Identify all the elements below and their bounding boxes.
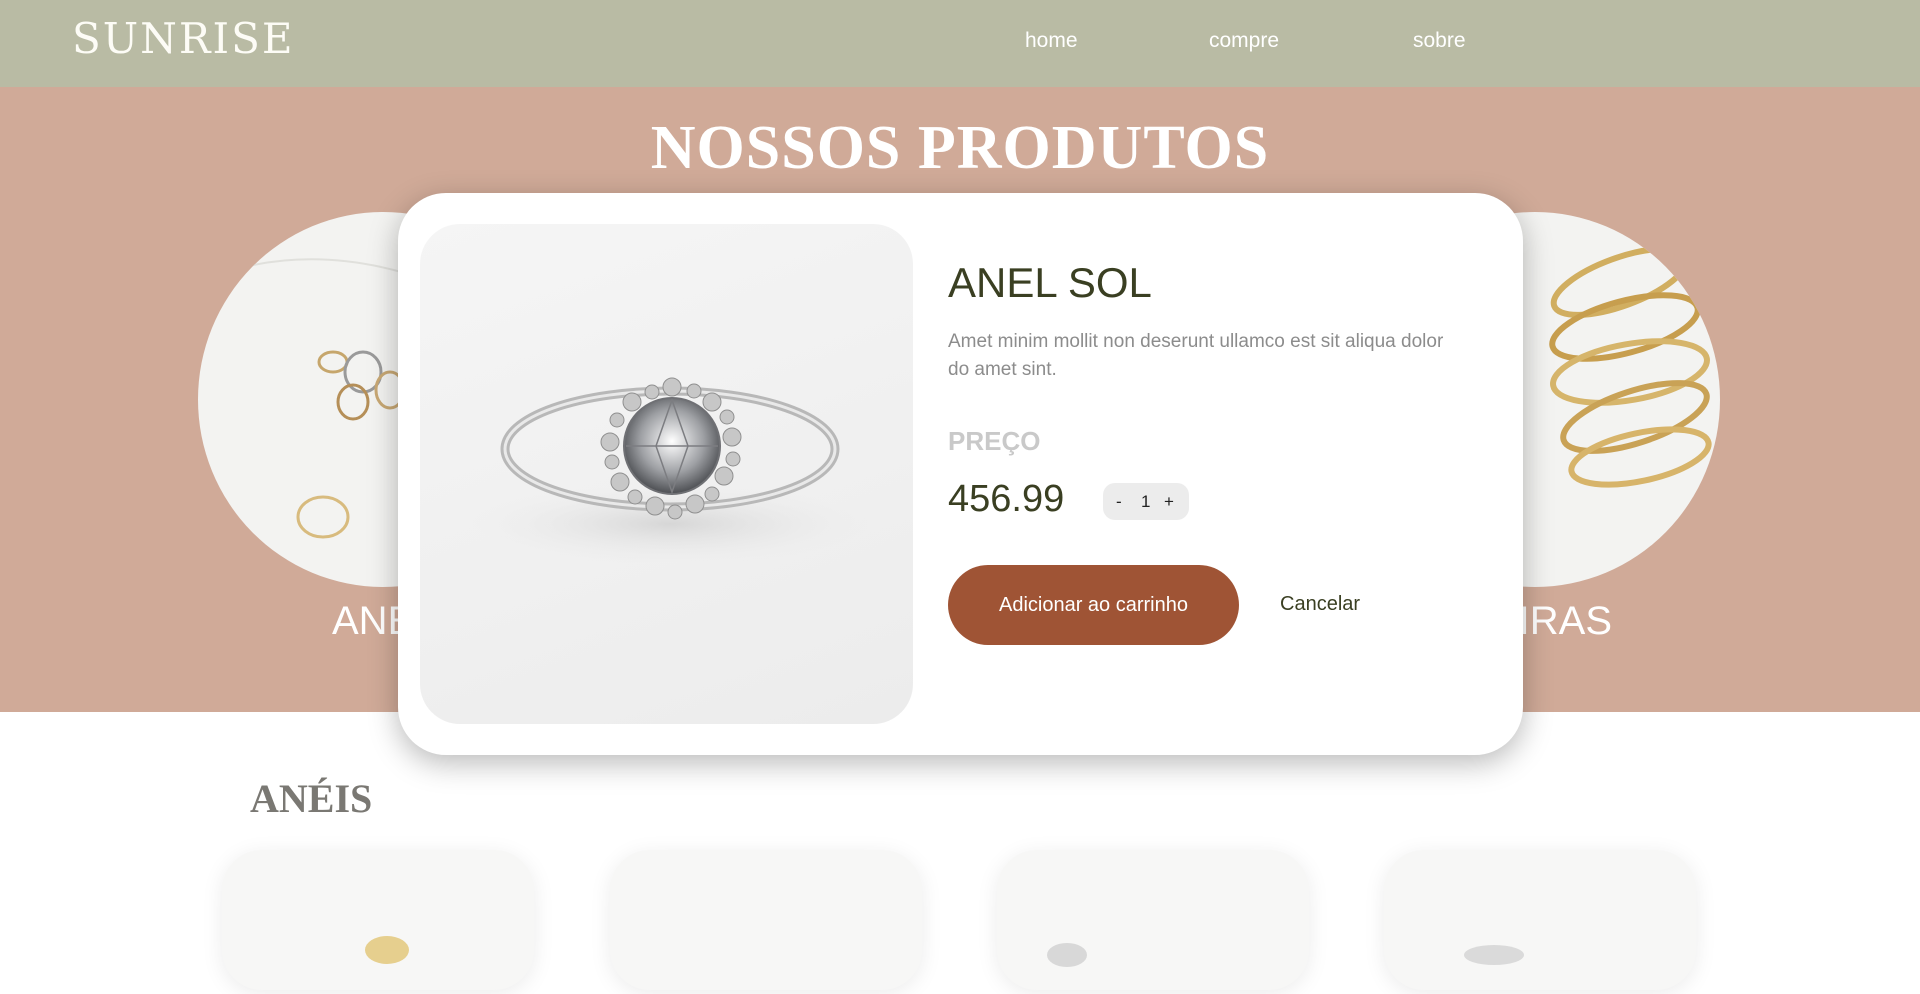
section-title-aneis: ANÉIS	[250, 776, 373, 821]
product-ring-image	[1047, 943, 1087, 967]
nav-link-sobre[interactable]: sobre	[1413, 29, 1466, 53]
product-card[interactable]	[610, 850, 922, 990]
nav-link-compre[interactable]: compre	[1209, 29, 1279, 53]
product-ring-image	[365, 936, 409, 964]
quantity-stepper: - 1 +	[1103, 483, 1189, 520]
increment-button[interactable]: +	[1164, 492, 1174, 512]
price-value: 456.99	[948, 478, 1065, 520]
hero-title: NOSSOS PRODUTOS	[650, 114, 1270, 182]
cancel-button[interactable]: Cancelar	[1280, 593, 1360, 616]
nav-link-home[interactable]: home	[1025, 29, 1078, 53]
add-to-cart-button[interactable]: Adicionar ao carrinho	[948, 565, 1239, 645]
product-card[interactable]	[1384, 850, 1696, 990]
product-ring-image	[1464, 945, 1524, 965]
product-description: Amet minim mollit non deserunt ullamco e…	[948, 331, 1444, 380]
product-card[interactable]	[997, 850, 1309, 990]
product-image	[420, 224, 913, 724]
quantity-value: 1	[1141, 492, 1151, 511]
product-title: ANEL SOL	[948, 259, 1152, 306]
product-card[interactable]	[222, 850, 534, 990]
product-modal: ANEL SOL Amet minim mollit non deserunt …	[398, 193, 1523, 755]
navbar: SUNRISE home compre sobre	[0, 0, 1920, 87]
decrement-button[interactable]: -	[1116, 492, 1122, 512]
ring-photo	[470, 377, 870, 564]
price-label: PREÇO	[948, 426, 1041, 456]
logo[interactable]: SUNRISE	[72, 14, 295, 63]
